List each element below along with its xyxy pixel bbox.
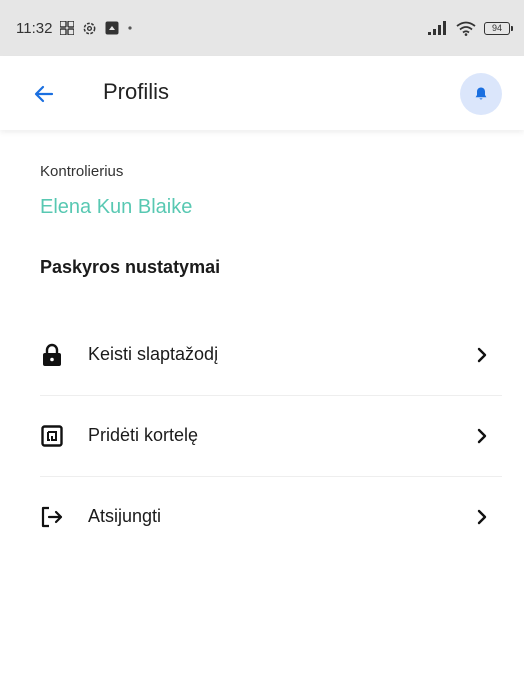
- arrow-left-icon: [34, 85, 54, 103]
- battery-level: 94: [491, 23, 502, 33]
- settings-gear-icon: [82, 21, 97, 36]
- back-button[interactable]: [30, 80, 58, 108]
- grid-icon: [60, 21, 75, 35]
- bell-icon: [475, 87, 487, 100]
- lock-icon: [40, 343, 64, 367]
- app-bar: Profilis: [0, 56, 524, 130]
- signal-icon: [428, 21, 448, 35]
- battery-icon: 94: [484, 21, 513, 35]
- nfc-card-icon: [40, 424, 64, 448]
- account-settings-heading: Paskyros nustatymai: [40, 257, 221, 277]
- menu-item-label: Keisti slaptažodį: [88, 344, 219, 364]
- settings-menu: Keisti slaptažodį Pridėti kortelę Atsiju…: [0, 314, 524, 557]
- wifi-icon: [456, 21, 476, 36]
- status-bar-left: 11:32: [16, 20, 133, 37]
- chevron-right-icon: [474, 347, 490, 363]
- menu-item-change-password[interactable]: Keisti slaptažodį: [0, 314, 502, 395]
- status-time: 11:32: [16, 19, 53, 37]
- menu-item-label: Atsijungti: [88, 506, 162, 526]
- user-role-label: Kontrolierius: [40, 163, 124, 180]
- chevron-right-icon: [474, 509, 490, 525]
- menu-item-logout[interactable]: Atsijungti: [0, 476, 502, 557]
- chevron-right-icon: [474, 428, 490, 444]
- user-name: Elena Kun Blaike: [40, 196, 193, 218]
- notifications-button[interactable]: [460, 73, 502, 115]
- menu-item-add-card[interactable]: Pridėti kortelę: [0, 395, 502, 476]
- logout-icon: [40, 505, 64, 529]
- notification-square-icon: [105, 21, 119, 35]
- page-title: Profilis: [103, 79, 170, 104]
- dot-icon: [127, 25, 133, 31]
- menu-item-label: Pridėti kortelę: [88, 425, 199, 445]
- status-bar-right: 94: [428, 21, 513, 36]
- status-bar: 11:32 94: [0, 0, 524, 56]
